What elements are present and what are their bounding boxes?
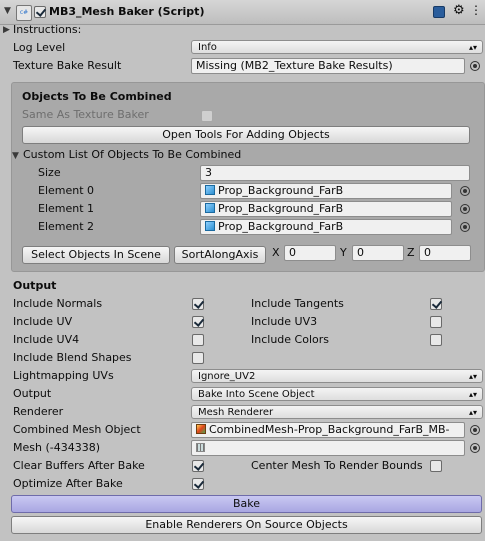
x-axis-label: X bbox=[272, 246, 280, 259]
sort-along-axis-button[interactable]: SortAlongAxis bbox=[174, 246, 266, 264]
gameobject-icon bbox=[196, 424, 206, 434]
dropdown-arrows-icon: ▴▾ bbox=[468, 372, 477, 381]
same-as-texture-baker-checkbox[interactable] bbox=[201, 110, 213, 122]
output-mode-dropdown[interactable]: Bake Into Scene Object ▴▾ bbox=[191, 387, 483, 401]
help-book-icon[interactable] bbox=[433, 6, 445, 18]
include-blend-shapes-checkbox[interactable] bbox=[192, 352, 204, 364]
object-picker-icon[interactable] bbox=[460, 204, 470, 214]
bake-button[interactable]: Bake bbox=[11, 495, 482, 513]
component-enabled-checkbox[interactable] bbox=[34, 6, 46, 18]
prefab-icon bbox=[205, 185, 215, 195]
output-mode-value: Bake Into Scene Object bbox=[198, 389, 315, 400]
element-2-field[interactable]: Prop_Background_FarB bbox=[200, 219, 452, 235]
element-1-label: Element 1 bbox=[38, 202, 95, 215]
mesh-icon bbox=[196, 443, 205, 452]
include-uv3-checkbox[interactable] bbox=[430, 316, 442, 328]
include-uv-checkbox[interactable] bbox=[192, 316, 204, 328]
clear-buffers-label: Clear Buffers After Bake bbox=[13, 459, 145, 472]
include-uv-label: Include UV bbox=[13, 315, 73, 328]
combined-mesh-object-label: Combined Mesh Object bbox=[13, 423, 141, 436]
lightmapping-uvs-dropdown[interactable]: Ignore_UV2 ▴▾ bbox=[191, 369, 483, 383]
lightmapping-uvs-value: Ignore_UV2 bbox=[198, 371, 256, 382]
include-tangents-checkbox[interactable] bbox=[430, 298, 442, 310]
element-1-field[interactable]: Prop_Background_FarB bbox=[200, 201, 452, 217]
z-axis-label: Z bbox=[407, 246, 415, 259]
object-picker-icon[interactable] bbox=[470, 425, 480, 435]
include-colors-label: Include Colors bbox=[251, 333, 329, 346]
element-2-value: Prop_Background_FarB bbox=[218, 220, 344, 233]
include-normals-label: Include Normals bbox=[13, 297, 103, 310]
dropdown-arrows-icon: ▴▾ bbox=[468, 390, 477, 399]
object-picker-icon[interactable] bbox=[470, 443, 480, 453]
dropdown-arrows-icon: ▴▾ bbox=[468, 43, 477, 52]
select-objects-in-scene-button[interactable]: Select Objects In Scene bbox=[22, 246, 170, 264]
list-foldout-arrow-icon[interactable]: ▼ bbox=[12, 151, 19, 161]
combined-mesh-object-field[interactable]: CombinedMesh-Prop_Background_FarB_MB- bbox=[191, 422, 465, 438]
log-level-dropdown[interactable]: Info ▴▾ bbox=[191, 40, 483, 54]
element-1-value: Prop_Background_FarB bbox=[218, 202, 344, 215]
prefab-icon bbox=[205, 203, 215, 213]
element-0-label: Element 0 bbox=[38, 184, 95, 197]
prefab-icon bbox=[205, 221, 215, 231]
include-normals-checkbox[interactable] bbox=[192, 298, 204, 310]
collapse-arrow-icon[interactable]: ▼ bbox=[4, 6, 11, 16]
center-mesh-label: Center Mesh To Render Bounds bbox=[251, 459, 423, 472]
context-menu-icon[interactable]: ⋮ bbox=[470, 3, 482, 17]
y-axis-label: Y bbox=[340, 246, 347, 259]
dropdown-arrows-icon: ▴▾ bbox=[468, 408, 477, 417]
same-as-texture-baker-label: Same As Texture Baker bbox=[22, 108, 149, 121]
renderer-value: Mesh Renderer bbox=[198, 407, 274, 418]
custom-list-foldout[interactable]: Custom List Of Objects To Be Combined bbox=[23, 147, 241, 163]
output-mode-label: Output bbox=[13, 387, 52, 400]
combined-mesh-object-value: CombinedMesh-Prop_Background_FarB_MB- bbox=[209, 423, 450, 436]
element-0-field[interactable]: Prop_Background_FarB bbox=[200, 183, 452, 199]
include-uv3-label: Include UV3 bbox=[251, 315, 318, 328]
optimize-after-bake-label: Optimize After Bake bbox=[13, 477, 123, 490]
log-level-label: Log Level bbox=[13, 41, 66, 54]
log-level-value: Info bbox=[198, 42, 217, 53]
include-tangents-label: Include Tangents bbox=[251, 297, 344, 310]
preset-settings-icon[interactable]: ⚙ bbox=[453, 3, 465, 18]
object-picker-icon[interactable] bbox=[470, 61, 480, 71]
include-colors-checkbox[interactable] bbox=[430, 334, 442, 346]
component-title: MB3_Mesh Baker (Script) bbox=[49, 5, 205, 18]
instructions-foldout[interactable]: Instructions: bbox=[13, 22, 81, 38]
output-section-title: Output bbox=[13, 279, 57, 292]
y-axis-field[interactable]: 0 bbox=[352, 245, 404, 261]
texture-bake-result-field[interactable]: Missing (MB2_Texture Bake Results) bbox=[191, 58, 465, 74]
mesh-label: Mesh (-434338) bbox=[13, 441, 101, 454]
script-file-icon: c# bbox=[16, 5, 32, 21]
renderer-label: Renderer bbox=[13, 405, 64, 418]
texture-bake-result-label: Texture Bake Result bbox=[13, 59, 122, 72]
element-2-label: Element 2 bbox=[38, 220, 95, 233]
x-axis-field[interactable]: 0 bbox=[284, 245, 336, 261]
size-label: Size bbox=[38, 166, 61, 179]
z-axis-field[interactable]: 0 bbox=[419, 245, 471, 261]
clear-buffers-checkbox[interactable] bbox=[192, 460, 204, 472]
include-blend-shapes-label: Include Blend Shapes bbox=[13, 351, 132, 364]
expand-arrow-icon[interactable]: ▶ bbox=[3, 25, 10, 35]
objects-box-title: Objects To Be Combined bbox=[22, 90, 172, 103]
renderer-dropdown[interactable]: Mesh Renderer ▴▾ bbox=[191, 405, 483, 419]
optimize-after-bake-checkbox[interactable] bbox=[192, 478, 204, 490]
object-picker-icon[interactable] bbox=[460, 186, 470, 196]
lightmapping-uvs-label: Lightmapping UVs bbox=[13, 369, 114, 382]
center-mesh-checkbox[interactable] bbox=[430, 460, 442, 472]
object-picker-icon[interactable] bbox=[460, 222, 470, 232]
size-field[interactable]: 3 bbox=[200, 165, 470, 181]
open-tools-button[interactable]: Open Tools For Adding Objects bbox=[22, 126, 470, 144]
mesh-field[interactable] bbox=[191, 440, 465, 456]
enable-renderers-button[interactable]: Enable Renderers On Source Objects bbox=[11, 516, 482, 534]
include-uv4-label: Include UV4 bbox=[13, 333, 80, 346]
include-uv4-checkbox[interactable] bbox=[192, 334, 204, 346]
element-0-value: Prop_Background_FarB bbox=[218, 184, 344, 197]
